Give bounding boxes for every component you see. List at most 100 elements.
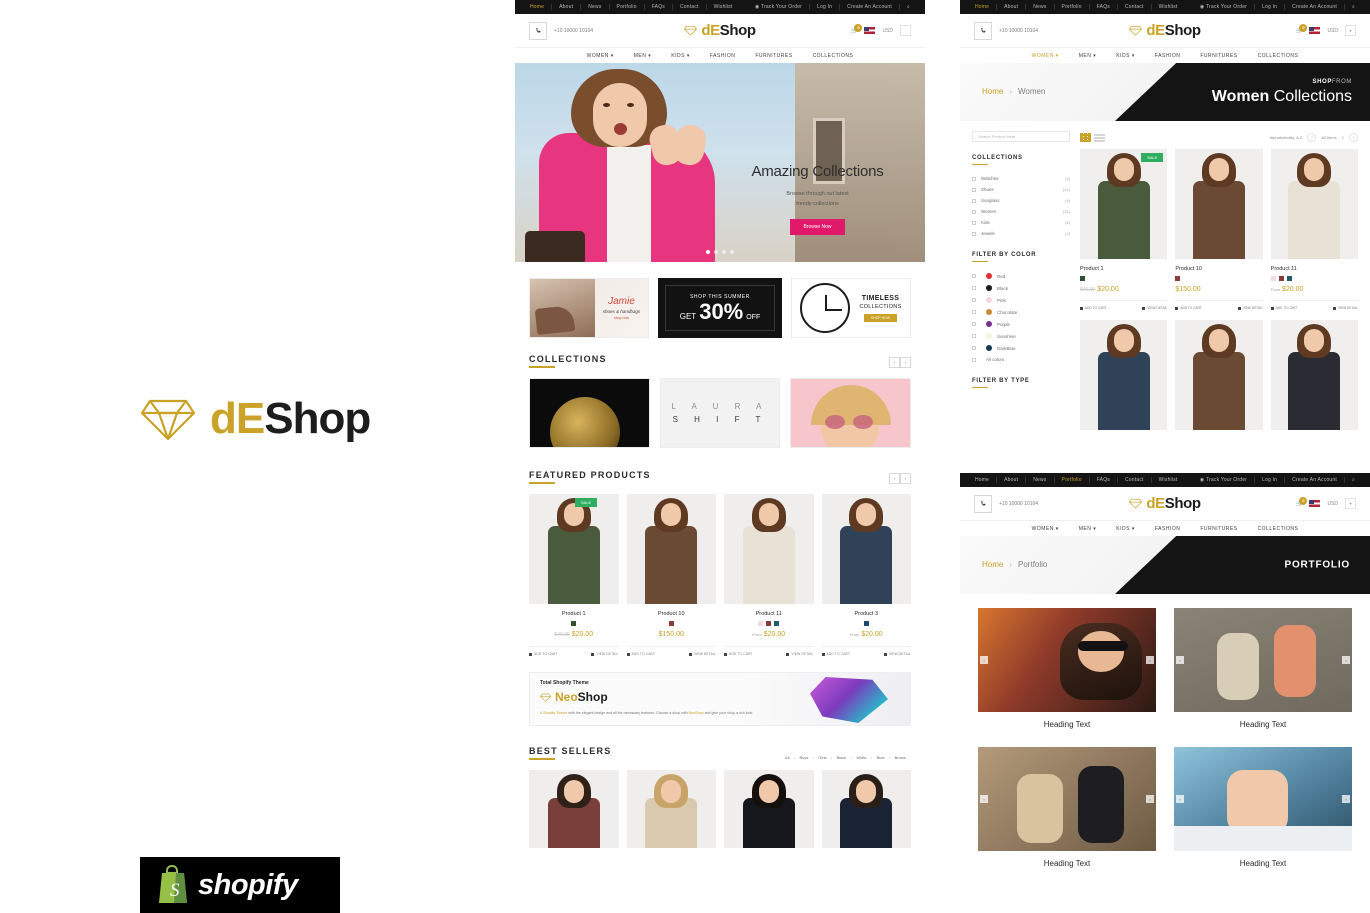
swatch[interactable]	[1286, 276, 1292, 281]
create-account-link[interactable]: Create An Account	[1285, 4, 1345, 10]
neoshop-banner[interactable]: Total Shopify Theme NeoShop A Shopify Th…	[529, 672, 911, 726]
chevron-down-icon[interactable]: ▾	[1345, 498, 1356, 509]
color-swatches[interactable]	[822, 621, 912, 626]
cart-icon[interactable]: 🛒0	[1296, 23, 1308, 34]
add-to-cart-button[interactable]: ADD TO CART	[724, 652, 753, 656]
neoshop-link-1[interactable]: A Shopify Theme	[540, 711, 567, 715]
sort-caret-icon[interactable]: ⌄	[1307, 132, 1317, 142]
nav-women[interactable]: WOMEN ▾	[577, 53, 624, 59]
add-to-cart-button[interactable]: ADD TO CART	[1270, 306, 1297, 310]
topbar-link-news[interactable]: News	[1026, 477, 1055, 483]
currency-label[interactable]: USD	[882, 28, 893, 34]
checkbox[interactable]	[972, 286, 976, 290]
portfolio-image-couple[interactable]: ‹ ›	[978, 747, 1156, 851]
topbar-right-links[interactable]: ◉ Track Your Order Log In Create An Acco…	[1193, 477, 1362, 483]
portfolio-image-boat[interactable]: ‹ ›	[1174, 747, 1352, 851]
collection-card-sunglasses[interactable]	[790, 378, 912, 448]
cart-icon[interactable]: 🛒0	[851, 23, 863, 34]
topbar-link-faqs[interactable]: FAQs	[1090, 4, 1118, 10]
nav-furnitures[interactable]: FURNITURES	[1190, 53, 1247, 59]
promo1-link[interactable]: shop now	[614, 316, 629, 320]
topbar-link-portfolio[interactable]: Portfolio	[1055, 477, 1090, 483]
checkbox[interactable]	[972, 322, 976, 326]
nav-women[interactable]: WOMEN ▾	[1022, 53, 1069, 59]
topbar-link-portfolio[interactable]: Portfolio	[1055, 4, 1090, 10]
topbar-link-contact[interactable]: Contact	[1118, 477, 1152, 483]
portfolio-item[interactable]: ‹ › Heading Text	[1174, 608, 1352, 729]
swatch[interactable]	[766, 621, 772, 626]
items-select-value[interactable]: All Items	[1321, 135, 1336, 140]
topbar-link-about[interactable]: About	[552, 4, 582, 10]
product-card[interactable]: SALE Product 1 $40.00 $20.00 ADD TO CART …	[529, 494, 619, 656]
hero-slider[interactable]: Amazing Collections Browse through out l…	[515, 63, 925, 262]
product-card[interactable]: Product 3 From $20.00 ADD TO CART VIEW DE…	[821, 494, 912, 656]
product-card[interactable]	[1270, 320, 1358, 430]
color-filter-black[interactable]: Black	[972, 282, 1070, 294]
portfolio-item[interactable]: ‹ › Heading Text	[1174, 747, 1352, 868]
featured-next-button[interactable]: ›	[900, 473, 911, 484]
header-logo[interactable]: dEShop	[1105, 22, 1225, 39]
login-link[interactable]: Log In	[1255, 477, 1286, 483]
topbar-links[interactable]: Home About News Portfolio FAQs Contact W…	[523, 4, 739, 10]
nav-men[interactable]: MEN ▾	[1069, 526, 1107, 532]
portfolio-next-button[interactable]: ›	[1146, 795, 1154, 803]
swatch[interactable]	[1080, 276, 1085, 281]
search-icon[interactable]: ⌕	[1345, 4, 1362, 10]
currency-label[interactable]: USD	[1327, 28, 1338, 34]
color-swatches[interactable]	[1175, 276, 1262, 281]
nav-kids[interactable]: KIDS ▾	[1106, 526, 1145, 532]
create-account-link[interactable]: Create An Account	[840, 4, 900, 10]
topbar-right-links[interactable]: ◉ Track Your Order Log In Create An Acco…	[1193, 4, 1362, 10]
swatch[interactable]	[571, 621, 577, 626]
add-to-cart-button[interactable]: ADD TO CART	[529, 652, 558, 656]
topbar-link-wishlist[interactable]: Wishlist	[707, 4, 740, 10]
product-card[interactable]: Product 11 From $20.00 ADD TO CART VIEW D…	[1270, 149, 1358, 310]
cart-icon[interactable]: 🛒0	[1296, 496, 1308, 507]
color-filter-pink[interactable]: Pink	[972, 294, 1070, 306]
portfolio-prev-button[interactable]: ‹	[1176, 795, 1184, 803]
search-input[interactable]: Search Product Here	[972, 131, 1070, 142]
promo-banner-jamie[interactable]: Jamie shoes & handbags shop now	[529, 278, 649, 338]
page-value[interactable]: 1	[1342, 135, 1344, 140]
filter-item-watches[interactable]: Watches (4)	[972, 173, 1070, 184]
list-view-icon[interactable]	[1094, 132, 1105, 142]
swatch[interactable]	[774, 621, 780, 626]
collection-card-watch[interactable]	[529, 378, 650, 448]
bestseller-card[interactable]	[821, 770, 911, 848]
product-image[interactable]	[1175, 320, 1263, 430]
color-filter-darkblue[interactable]: DarkBlue	[972, 342, 1070, 354]
bestsellers-filters[interactable]: All Boys Girls Black White Blue Brown	[780, 755, 911, 760]
view-mode-toggle[interactable]	[1080, 132, 1105, 142]
search-icon[interactable]: ⌕	[1345, 477, 1362, 483]
color-filter-red[interactable]: Red	[972, 270, 1070, 282]
track-order-link[interactable]: ◉ Track Your Order	[1193, 4, 1256, 10]
filter-item-jewels[interactable]: Jewels (4)	[972, 228, 1070, 239]
login-link[interactable]: Log In	[1255, 4, 1286, 10]
search-icon[interactable]: ⌕	[900, 4, 917, 10]
add-to-cart-button[interactable]: ADD TO CART	[626, 652, 656, 656]
chevron-down-icon[interactable]: ▾	[1345, 25, 1356, 36]
checkbox[interactable]	[972, 187, 976, 192]
topbar-link-about[interactable]: About	[997, 4, 1027, 10]
topbar-right-links[interactable]: ◉ Track Your Order Log In Create An Acco…	[748, 4, 917, 10]
product-actions[interactable]: ADD TO CART VIEW DETAIL	[529, 646, 619, 656]
swatch[interactable]	[758, 621, 764, 626]
login-link[interactable]: Log In	[810, 4, 841, 10]
view-detail-button[interactable]: VIEW DETAIL	[591, 652, 618, 656]
nav-men[interactable]: MEN ▾	[1069, 53, 1107, 59]
product-image[interactable]	[821, 494, 911, 604]
checkbox[interactable]	[972, 334, 976, 338]
color-swatches[interactable]	[627, 621, 717, 626]
product-image[interactable]: SALE	[1080, 149, 1168, 259]
swatch[interactable]	[863, 621, 869, 626]
product-actions[interactable]: ADD TO CART VIEW DETAIL	[1175, 300, 1263, 310]
hero-dot-4[interactable]	[730, 250, 734, 254]
bestseller-card[interactable]	[529, 770, 619, 848]
main-navigation[interactable]: WOMEN ▾ MEN ▾ KIDS ▾ FASHION FURNITURES …	[960, 520, 1370, 536]
product-card[interactable]: Product 10 $150.00 ADD TO CART VIEW DETA…	[626, 494, 717, 656]
product-image[interactable]	[1080, 320, 1168, 430]
nav-collections[interactable]: COLLECTIONS	[1248, 526, 1309, 532]
topbar-link-wishlist[interactable]: Wishlist	[1152, 4, 1185, 10]
collection-card-laura-shift[interactable]: L A U R A S H I F T	[659, 378, 781, 448]
topbar-link-faqs[interactable]: FAQs	[645, 4, 673, 10]
